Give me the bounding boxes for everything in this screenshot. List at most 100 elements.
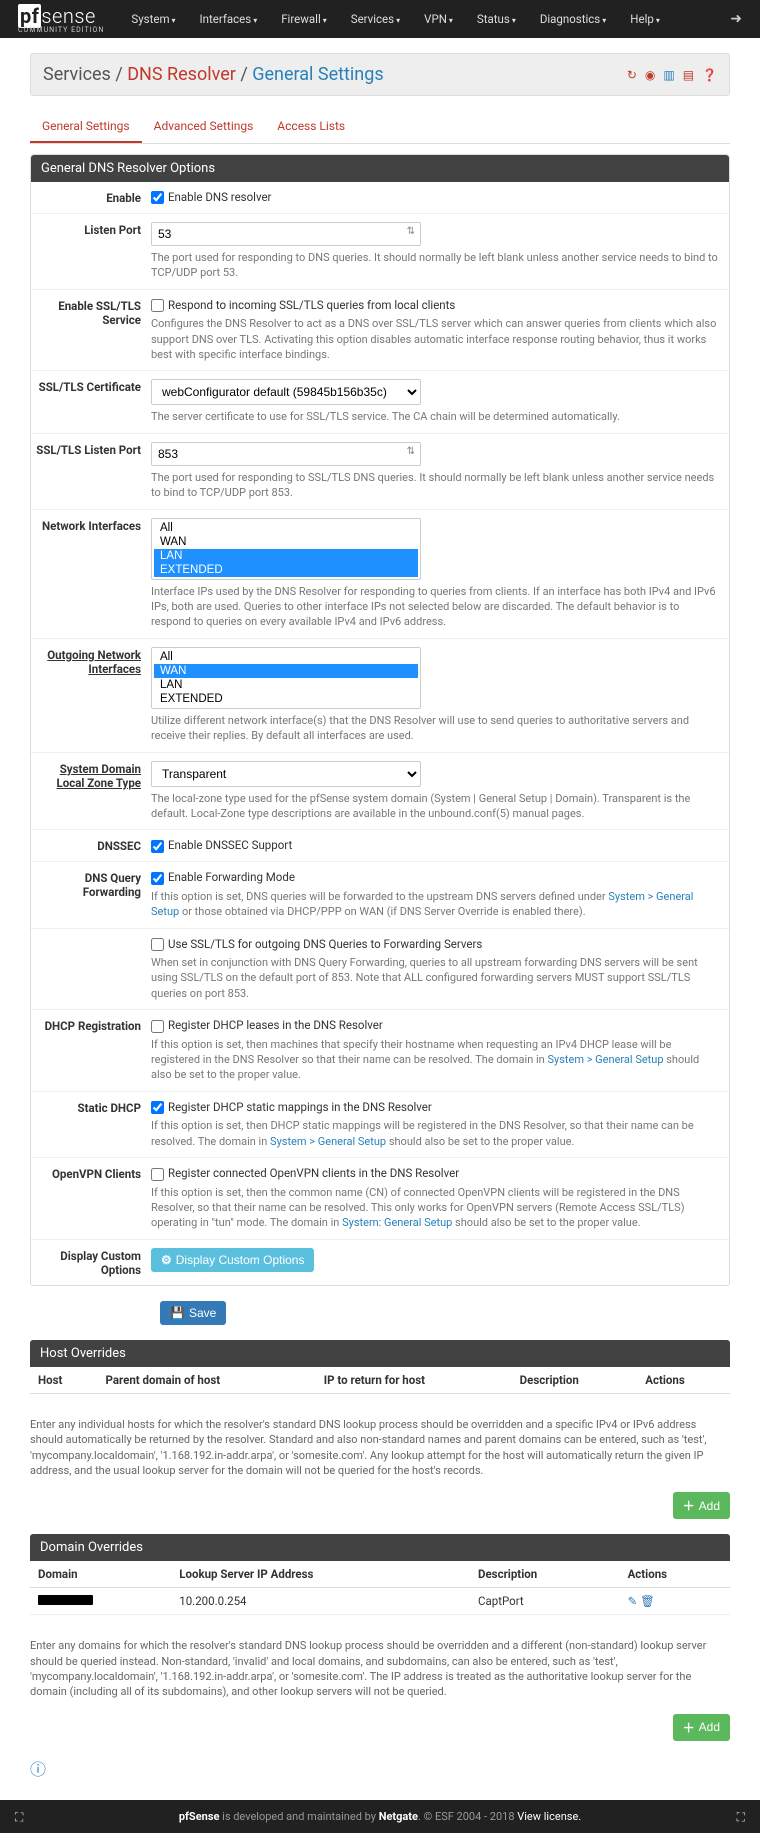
dhcp-reg-help: If this option is set, then machines tha… (151, 1037, 719, 1083)
static-dhcp-text: Register DHCP static mappings in the DNS… (168, 1100, 432, 1114)
out-if-help: Utilize different network interface(s) t… (151, 713, 719, 744)
footer-netgate: Netgate (379, 1810, 418, 1823)
ssl-service-help: Configures the DNS Resolver to act as a … (151, 316, 719, 362)
enable-checkbox[interactable] (151, 191, 164, 204)
plus-icon: ＋ (683, 1719, 695, 1736)
plus-icon: ＋ (683, 1497, 695, 1514)
logo-edition: COMMUNITY EDITION (18, 26, 104, 34)
col-actions: Actions (637, 1367, 730, 1394)
custom-label: Display Custom Options (31, 1248, 151, 1277)
static-dhcp-checkbox[interactable] (151, 1101, 164, 1114)
openvpn-link[interactable]: System: General Setup (342, 1216, 452, 1229)
col-dom-actions: Actions (620, 1561, 730, 1588)
nav-status[interactable]: Status▾ (465, 2, 528, 36)
display-custom-options-button[interactable]: ⚙Display Custom Options (151, 1248, 314, 1272)
expand-left-icon[interactable]: ⛶ (15, 1810, 23, 1825)
listen-port-input[interactable] (151, 222, 421, 246)
table-row: 10.200.0.254 CaptPort ✎ 🗑 (30, 1588, 730, 1615)
nav-services[interactable]: Services▾ (339, 2, 412, 36)
gear-icon: ⚙ (161, 1253, 172, 1267)
ssl-port-label: SSL/TLS Listen Port (31, 442, 151, 501)
save-button[interactable]: 💾Save (160, 1301, 226, 1325)
domain-overrides-panel: Domain Overrides Domain Lookup Server IP… (30, 1534, 730, 1615)
out-if-select[interactable]: All WAN LAN EXTENDED (151, 647, 421, 709)
col-lookup-ip: Lookup Server IP Address (171, 1561, 470, 1588)
footer-brand: pfSense (179, 1810, 220, 1823)
fwd-checkbox[interactable] (151, 872, 164, 885)
stop-service-icon[interactable]: ◉ (645, 68, 655, 82)
tab-general-settings[interactable]: General Settings (30, 111, 142, 143)
host-overrides-title: Host Overrides (30, 1340, 730, 1367)
ssl-service-text: Respond to incoming SSL/TLS queries from… (168, 298, 455, 312)
tab-access-lists[interactable]: Access Lists (265, 111, 357, 143)
openvpn-label: OpenVPN Clients (31, 1166, 151, 1231)
nav-system[interactable]: System▾ (119, 2, 187, 36)
domain-overrides-desc: Enter any domains for which the resolver… (30, 1630, 730, 1708)
logout-icon[interactable]: ➜ (730, 11, 742, 27)
fwd-ssl-help: When set in conjunction with DNS Query F… (151, 955, 719, 1001)
footer: ⛶ pfSense is developed and maintained by… (0, 1800, 760, 1833)
col-dom-desc: Description (470, 1561, 620, 1588)
expand-right-icon[interactable]: ⛶ (737, 1810, 745, 1825)
tabs: General Settings Advanced Settings Acces… (30, 111, 730, 144)
nav-help[interactable]: Help▾ (618, 2, 672, 36)
crumb-services: Services (43, 64, 111, 85)
ssl-port-input[interactable] (151, 442, 421, 466)
nav-firewall[interactable]: Firewall▾ (269, 2, 339, 36)
zone-type-help: The local-zone type used for the pfSense… (151, 791, 719, 822)
ssl-cert-label: SSL/TLS Certificate (31, 379, 151, 424)
save-icon: 💾 (170, 1306, 185, 1320)
static-dhcp-help: If this option is set, then DHCP static … (151, 1118, 719, 1149)
ssl-service-checkbox[interactable] (151, 299, 164, 312)
edit-icon[interactable]: ✎ (628, 1594, 638, 1608)
openvpn-help: If this option is set, then the common n… (151, 1185, 719, 1231)
nav-interfaces[interactable]: Interfaces▾ (188, 2, 270, 36)
zone-type-select[interactable]: Transparent (151, 761, 421, 787)
net-if-help: Interface IPs used by the DNS Resolver f… (151, 584, 719, 630)
nav-vpn[interactable]: VPN▾ (412, 2, 465, 36)
fwd-ssl-text: Use SSL/TLS for outgoing DNS Queries to … (168, 937, 482, 951)
dhcp-reg-label: DHCP Registration (31, 1018, 151, 1083)
fwd-ssl-checkbox[interactable] (151, 938, 164, 951)
listen-port-help: The port used for responding to DNS quer… (151, 250, 719, 281)
fwd-label: DNS Query Forwarding (31, 870, 151, 919)
add-domain-button[interactable]: ＋Add (673, 1714, 730, 1741)
dhcp-reg-checkbox[interactable] (151, 1020, 164, 1033)
logo-prefix: pf (18, 4, 41, 28)
domain-overrides-title: Domain Overrides (30, 1534, 730, 1561)
log-icon[interactable]: ▥ (663, 68, 674, 82)
nav-diagnostics[interactable]: Diagnostics▾ (528, 2, 618, 36)
row-desc: CaptPort (470, 1588, 620, 1615)
net-if-select[interactable]: All WAN LAN EXTENDED (151, 518, 421, 580)
top-navbar: pfsense COMMUNITY EDITION System▾ Interf… (0, 0, 760, 38)
logo[interactable]: pfsense COMMUNITY EDITION (18, 4, 104, 34)
fwd-text: Enable Forwarding Mode (168, 870, 295, 884)
col-parent-domain: Parent domain of host (98, 1367, 316, 1394)
static-dhcp-link[interactable]: System > General Setup (270, 1135, 386, 1148)
crumb-dns-resolver[interactable]: DNS Resolver (127, 64, 236, 85)
help-icon[interactable]: ❓ (702, 68, 717, 82)
col-host: Host (30, 1367, 98, 1394)
col-domain: Domain (30, 1561, 171, 1588)
openvpn-text: Register connected OpenVPN clients in th… (168, 1166, 459, 1180)
add-host-button[interactable]: ＋Add (673, 1492, 730, 1519)
info-icon[interactable]: ⓘ (30, 1756, 730, 1780)
dhcp-reg-link[interactable]: System > General Setup (547, 1053, 663, 1066)
host-overrides-desc: Enter any individual hosts for which the… (30, 1409, 730, 1487)
dnssec-text: Enable DNSSEC Support (168, 838, 292, 852)
ssl-cert-select[interactable]: webConfigurator default (59845b156b35c) (151, 379, 421, 405)
host-overrides-panel: Host Overrides Host Parent domain of hos… (30, 1340, 730, 1394)
status-icon[interactable]: ▤ (683, 68, 694, 82)
dnssec-checkbox[interactable] (151, 840, 164, 853)
dhcp-reg-text: Register DHCP leases in the DNS Resolver (168, 1018, 383, 1032)
delete-icon[interactable]: 🗑 (640, 1594, 655, 1608)
tab-advanced-settings[interactable]: Advanced Settings (142, 111, 266, 143)
view-license-link[interactable]: View license. (517, 1810, 581, 1823)
logo-rest: sense (41, 4, 95, 28)
panel-title: General DNS Resolver Options (31, 155, 729, 182)
general-options-panel: General DNS Resolver Options Enable Enab… (30, 154, 730, 1286)
restart-service-icon[interactable]: ↻ (627, 68, 637, 82)
openvpn-checkbox[interactable] (151, 1168, 164, 1181)
breadcrumb: Services / DNS Resolver / General Settin… (30, 53, 730, 96)
domain-overrides-table: Domain Lookup Server IP Address Descript… (30, 1561, 730, 1615)
